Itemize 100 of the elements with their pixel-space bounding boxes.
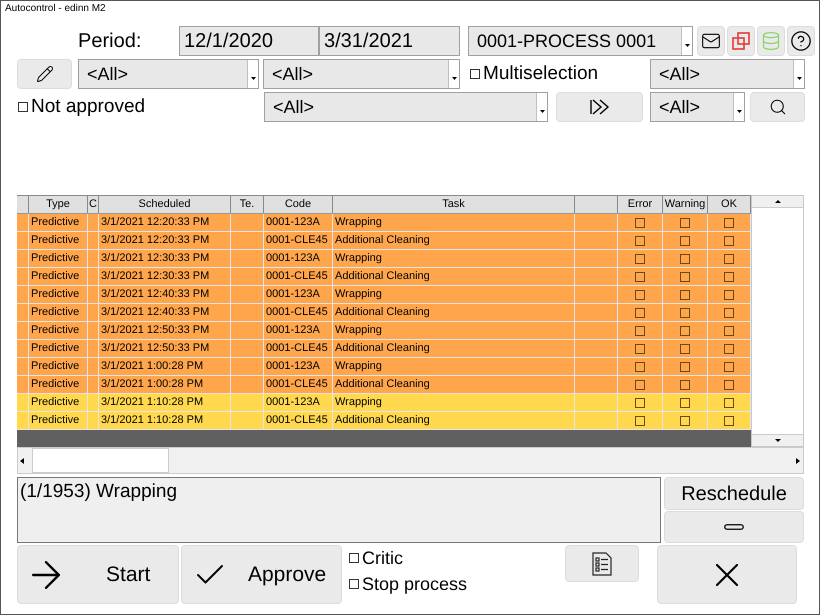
window-title: Autocontrol - edinn M2	[4, 2, 107, 16]
table-row[interactable]: Predictive 3/1/2021 12:40:33 PM 0001-123A Wrapping	[17, 286, 751, 304]
column-header[interactable]: Code	[264, 196, 333, 213]
table-row[interactable]: Predictive 3/1/2021 12:20:33 PM 0001-123A Wrapping	[17, 214, 751, 232]
start-button[interactable]: Start	[17, 545, 179, 604]
checkbox[interactable]	[635, 290, 645, 300]
table-row[interactable]: Predictive 3/1/2021 1:00:28 PM 0001-CLE45 Additional Cleaning	[17, 376, 751, 394]
checkbox[interactable]	[680, 218, 690, 228]
table-cell: Additional Cleaning	[333, 340, 575, 357]
checkbox[interactable]	[635, 272, 645, 282]
checkbox[interactable]	[635, 416, 645, 426]
checkbox[interactable]	[680, 398, 690, 408]
column-header[interactable]: Scheduled	[99, 196, 231, 213]
reschedule-button[interactable]: Reschedule	[664, 477, 804, 510]
table-row[interactable]: Predictive 3/1/2021 1:10:28 PM 0001-123A Wrapping	[17, 394, 751, 412]
edit-button[interactable]	[17, 59, 72, 89]
table-row[interactable]: Predictive 3/1/2021 12:20:33 PM 0001-CLE45 Additional Cleaning	[17, 232, 751, 250]
checkbox[interactable]	[680, 380, 690, 390]
table-cell: 0001-123A	[264, 286, 333, 303]
table-row[interactable]: Predictive 3/1/2021 12:50:33 PM 0001-CLE45 Additional Cleaning	[17, 340, 751, 358]
checkbox[interactable]	[680, 362, 690, 372]
table-cell: 0001-123A	[264, 394, 333, 411]
dropdown[interactable]: <All>	[263, 59, 460, 89]
checkbox[interactable]	[724, 380, 734, 390]
checkbox[interactable]	[724, 344, 734, 354]
checkbox[interactable]	[724, 362, 734, 372]
date-field[interactable]: 3/31/2021	[319, 26, 460, 56]
checkbox[interactable]	[470, 69, 480, 79]
column-header[interactable]: Task	[333, 196, 575, 213]
checkbox[interactable]	[724, 290, 734, 300]
checkbox[interactable]	[680, 272, 690, 282]
table-cell: 0001-123A	[264, 214, 333, 231]
dropdown[interactable]: <All>	[650, 92, 745, 122]
table-cell: 3/1/2021 1:00:28 PM	[99, 358, 231, 375]
help-button[interactable]	[787, 26, 815, 56]
mail-button[interactable]	[697, 26, 725, 56]
table-row[interactable]: Predictive 3/1/2021 1:00:28 PM 0001-123A Wrapping	[17, 358, 751, 376]
copy-button[interactable]	[727, 26, 755, 56]
table-row[interactable]: Predictive 3/1/2021 12:50:33 PM 0001-123A Wrapping	[17, 322, 751, 340]
search-button[interactable]	[750, 92, 805, 122]
forward-button[interactable]	[556, 92, 643, 122]
period-label: Period:	[78, 29, 142, 54]
table-cell: 3/1/2021 12:40:33 PM	[99, 286, 231, 303]
checkbox[interactable]	[635, 308, 645, 318]
checkbox[interactable]	[724, 308, 734, 318]
checkbox[interactable]	[680, 308, 690, 318]
column-header[interactable]: Error	[618, 196, 663, 213]
table-cell: 3/1/2021 12:50:33 PM	[99, 340, 231, 357]
checkbox[interactable]	[635, 344, 645, 354]
scroll-up-icon[interactable]	[774, 200, 780, 203]
checkbox[interactable]	[635, 380, 645, 390]
checkbox[interactable]	[724, 254, 734, 264]
table-cell: Predictive	[29, 376, 88, 393]
checkbox[interactable]	[680, 236, 690, 246]
checkbox[interactable]	[724, 236, 734, 246]
checkbox[interactable]	[724, 416, 734, 426]
checklist-button[interactable]	[565, 545, 639, 582]
checkbox[interactable]	[724, 398, 734, 408]
checkbox[interactable]	[635, 218, 645, 228]
minus-icon	[724, 524, 744, 530]
scroll-thumb[interactable]	[32, 448, 169, 473]
checkbox[interactable]	[724, 218, 734, 228]
dropdown[interactable]: <All>	[264, 92, 548, 122]
date-field[interactable]: 12/1/2020	[179, 26, 319, 56]
checkbox[interactable]	[349, 553, 359, 563]
checkbox[interactable]	[635, 362, 645, 372]
dropdown[interactable]: <All>	[78, 59, 259, 89]
column-header[interactable]: C	[88, 196, 99, 213]
checkbox[interactable]	[635, 254, 645, 264]
checkbox-label: Critic	[362, 548, 403, 568]
column-header[interactable]: Type	[29, 196, 88, 213]
checkbox[interactable]	[680, 290, 690, 300]
table-cell: Predictive	[29, 268, 88, 285]
horizontal-scrollbar[interactable]	[17, 447, 804, 474]
table-row[interactable]: Predictive 3/1/2021 12:30:33 PM 0001-123A Wrapping	[17, 250, 751, 268]
scroll-down-icon[interactable]	[774, 439, 780, 442]
checkbox[interactable]	[724, 272, 734, 282]
checkbox[interactable]	[724, 326, 734, 336]
table-row[interactable]: Predictive 3/1/2021 1:10:28 PM 0001-CLE45 Additional Cleaning	[17, 412, 751, 430]
table-row[interactable]: Predictive 3/1/2021 12:40:33 PM 0001-CLE45 Additional Cleaning	[17, 304, 751, 322]
checkbox[interactable]	[680, 254, 690, 264]
vertical-scrollbar[interactable]	[751, 195, 804, 447]
scroll-left-icon[interactable]	[20, 458, 24, 464]
approve-button[interactable]: Approve	[181, 545, 342, 604]
checkbox[interactable]	[635, 398, 645, 408]
table-row[interactable]: Predictive 3/1/2021 12:30:33 PM 0001-CLE45 Additional Cleaning	[17, 268, 751, 286]
dropdown[interactable]: <All>	[650, 59, 805, 89]
checkbox[interactable]	[18, 102, 28, 112]
table-cell: 0001-CLE45	[264, 268, 333, 285]
table-cell: 3/1/2021 1:10:28 PM	[99, 412, 231, 429]
dropdown[interactable]: 0001-PROCESS 0001	[468, 26, 693, 56]
checkbox[interactable]	[349, 579, 359, 589]
checkbox[interactable]	[635, 236, 645, 246]
checkbox[interactable]	[680, 416, 690, 426]
scroll-right-icon[interactable]	[796, 458, 800, 464]
column-header[interactable]: Te.	[231, 196, 264, 213]
checkbox[interactable]	[680, 344, 690, 354]
checkbox[interactable]	[635, 326, 645, 336]
column-header[interactable]: Warning	[663, 196, 708, 213]
checkbox[interactable]	[680, 326, 690, 336]
